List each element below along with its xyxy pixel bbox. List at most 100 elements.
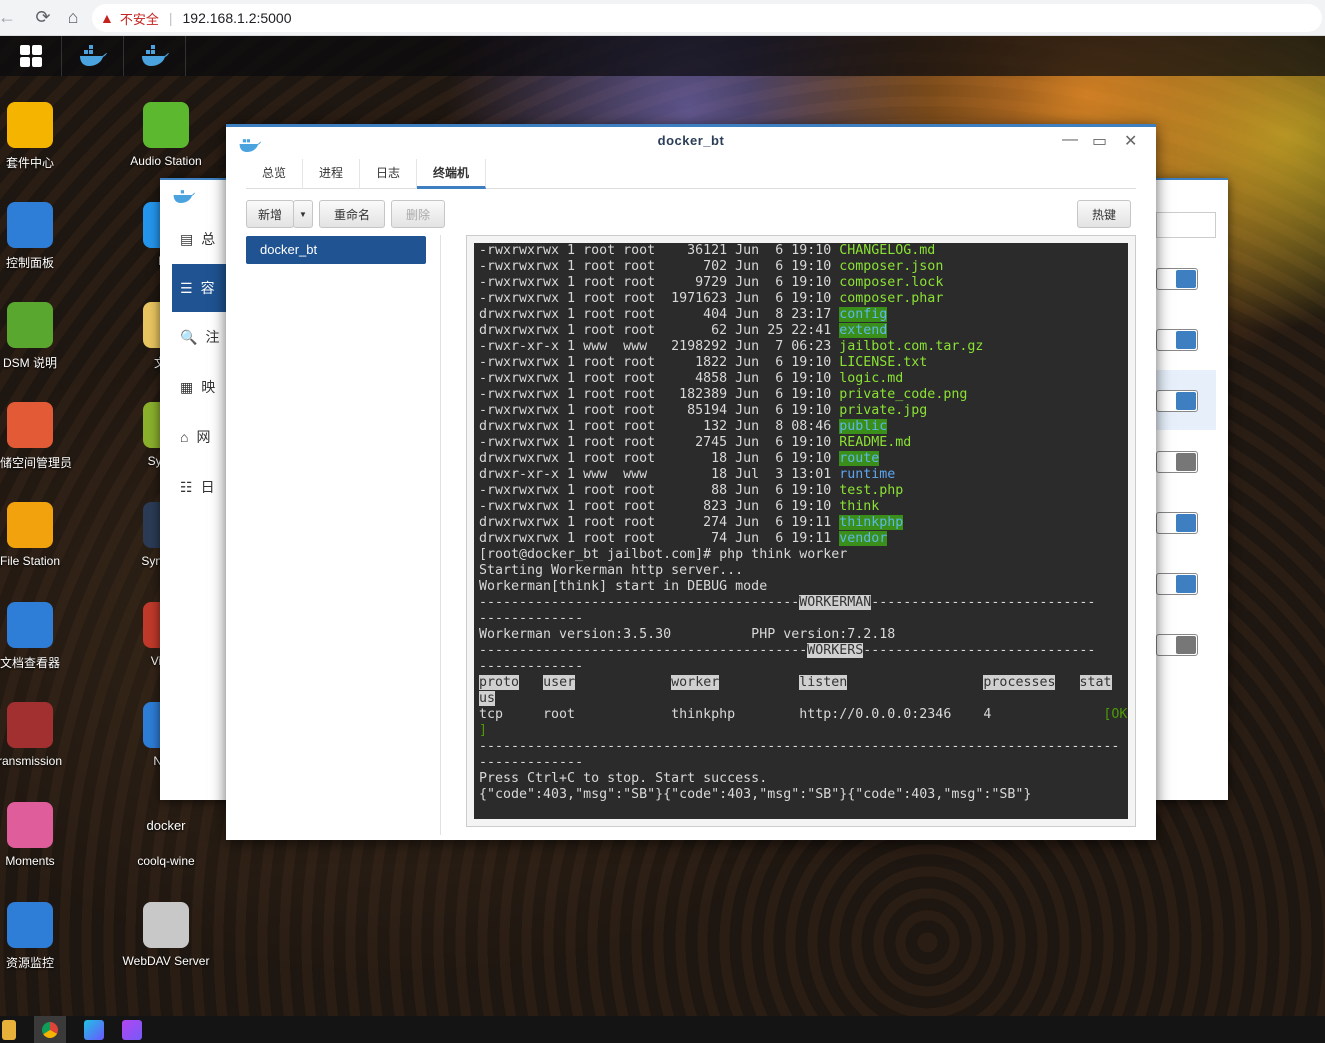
- file-listing-row: -rwxr-xr-x 1 www www 2198292 Jun 7 06:23…: [479, 339, 984, 354]
- workers-separator: ----------------------------------------…: [479, 643, 1096, 658]
- sidebar-item-log[interactable]: ☷ 日: [172, 462, 230, 512]
- close-icon[interactable]: ✕: [1124, 131, 1137, 151]
- desktop-icon[interactable]: docker coolq-wine: [116, 802, 216, 869]
- tab-terminal[interactable]: 终端机: [417, 159, 487, 189]
- reload-icon[interactable]: ⟳: [28, 3, 58, 33]
- new-dropdown-button[interactable]: ▼: [293, 200, 313, 228]
- file-listing-row: -rwxrwxrwx 1 root root 88 Jun 6 19:10 te…: [479, 483, 904, 498]
- home-icon[interactable]: ⌂: [58, 3, 88, 33]
- desktop-icon[interactable]: 套件中心: [0, 102, 80, 171]
- desktop-icon-label: 存储空间管理员: [0, 456, 72, 470]
- sidebar-item-network[interactable]: ⌂ 网: [172, 412, 230, 462]
- desktop-icon[interactable]: File Station: [0, 502, 80, 568]
- webstorm-icon[interactable]: [84, 1019, 104, 1040]
- browser-toolbar: ← ⟳ ⌂ ▲ 不安全 | 192.168.1.2:5000: [0, 0, 1325, 36]
- terminal-line: -------------: [479, 755, 584, 770]
- desktop-icon[interactable]: 控制面板: [0, 202, 80, 271]
- minimize-icon[interactable]: —: [1062, 131, 1078, 149]
- address-bar[interactable]: ▲ 不安全 | 192.168.1.2:5000: [92, 4, 1322, 32]
- terminal-line: -------------: [479, 659, 584, 674]
- delete-button[interactable]: 删除: [391, 200, 445, 228]
- sidebar-item-images[interactable]: ▦ 映: [172, 362, 230, 412]
- sidebar-item-label: 日: [200, 479, 215, 495]
- taskbar-docker-button-2[interactable]: [124, 36, 186, 76]
- sidebar-item-registry[interactable]: 🔍 注: [172, 312, 230, 362]
- overview-icon: ▤: [180, 230, 194, 247]
- tab-overview[interactable]: 总览: [246, 159, 304, 189]
- desktop-icon[interactable]: ransmission: [0, 702, 80, 768]
- warning-icon: ▲: [100, 10, 114, 26]
- back-search-field[interactable]: [1156, 212, 1216, 238]
- rename-button[interactable]: 重命名: [319, 200, 385, 228]
- main-menu-button[interactable]: [0, 36, 62, 76]
- desktop-icon[interactable]: 资源监控: [0, 902, 80, 971]
- desktop-icon[interactable]: WebDAV Server: [116, 902, 216, 968]
- container-toggle[interactable]: [1156, 268, 1198, 290]
- maximize-icon[interactable]: ▭: [1092, 131, 1107, 151]
- package-center-icon: [7, 102, 53, 148]
- desktop-icon[interactable]: 存储空间管理员: [0, 402, 80, 471]
- container-toggle[interactable]: [1156, 390, 1198, 412]
- chrome-icon[interactable]: [34, 1016, 66, 1043]
- terminal-line: us: [479, 691, 496, 706]
- file-station-icon: [7, 502, 53, 548]
- file-listing-row: drwxrwxrwx 1 root root 62 Jun 25 22:41 e…: [479, 323, 888, 338]
- terminal-session-list: docker_bt: [246, 236, 426, 264]
- docker-icon: [173, 190, 196, 203]
- container-toggle[interactable]: [1156, 329, 1198, 351]
- docker-icon: [79, 45, 107, 66]
- tab-processes[interactable]: 进程: [303, 159, 361, 189]
- url-text[interactable]: 192.168.1.2:5000: [183, 10, 292, 26]
- back-icon[interactable]: ←: [0, 3, 16, 33]
- desktop-icon-label: coolq-wine: [137, 854, 195, 868]
- shell-prompt-line: [root@docker_bt jailbot.com]# php think …: [479, 547, 848, 562]
- new-button[interactable]: 新增: [246, 200, 294, 228]
- desktop-icon[interactable]: Audio Station: [116, 102, 216, 168]
- chevron-down-icon: ▼: [299, 209, 307, 219]
- container-toggle[interactable]: [1156, 512, 1198, 534]
- desktop-icon[interactable]: 文档查看器: [0, 602, 80, 671]
- session-item[interactable]: docker_bt: [246, 236, 426, 264]
- file-listing-row: -rwxrwxrwx 1 root root 182389 Jun 6 19:1…: [479, 387, 968, 402]
- container-toggle[interactable]: [1156, 634, 1198, 656]
- file-listing-row: drwxrwxrwx 1 root root 404 Jun 8 23:17 c…: [479, 307, 888, 322]
- terminal-line: -------------: [479, 611, 584, 626]
- response-output-line: {"code":403,"msg":"SB"}{"code":403,"msg"…: [479, 787, 1032, 802]
- log-icon: ☷: [180, 478, 193, 495]
- workers-table-header: proto user worker listen processes stat: [479, 675, 1112, 690]
- file-listing-row: drwxrwxrwx 1 root root 18 Jun 6 19:10 ro…: [479, 451, 880, 466]
- terminal-output[interactable]: -rwxrwxrwx 1 root root 36121 Jun 6 19:10…: [474, 243, 1128, 819]
- sidebar-item-label: 注: [205, 329, 220, 345]
- workers-table-row: tcp root thinkphp http://0.0.0.0:2346 4 …: [479, 707, 1128, 722]
- security-label[interactable]: 不安全: [120, 9, 159, 28]
- file-listing-row: -rwxrwxrwx 1 root root 1822 Jun 6 19:10 …: [479, 355, 928, 370]
- file-listing-row: -rwxrwxrwx 1 root root 702 Jun 6 19:10 c…: [479, 259, 944, 274]
- phpstorm-icon[interactable]: [122, 1019, 142, 1040]
- file-explorer-icon[interactable]: [2, 1019, 16, 1040]
- container-details-window[interactable]: docker_bt — ▭ ✕ 总览 进程 日志 终端机 新增 ▼ 重命名 删除…: [226, 124, 1156, 840]
- sidebar-item-label: 容: [200, 280, 215, 296]
- desktop-icon-label: 控制面板: [5, 256, 54, 270]
- desktop-icon[interactable]: DSM 说明: [0, 302, 80, 371]
- sidebar-item-label: 映: [201, 379, 216, 395]
- back-window-sidebar: ▤ 总 ☰ 容 🔍 注 ▦ 映 ⌂ 网 ☷ 日: [172, 214, 232, 512]
- hotkeys-button[interactable]: 热键: [1077, 200, 1131, 228]
- sidebar-item-containers[interactable]: ☰ 容: [172, 264, 232, 312]
- container-toggle[interactable]: [1156, 451, 1198, 473]
- container-toggle[interactable]: [1156, 573, 1198, 595]
- tab-log[interactable]: 日志: [360, 159, 418, 189]
- moments-icon: [7, 802, 53, 848]
- taskbar-docker-button[interactable]: [62, 36, 124, 76]
- webdav-icon: [143, 902, 189, 948]
- sidebar-item-overview[interactable]: ▤ 总: [172, 214, 230, 264]
- desktop-icon[interactable]: Moments: [0, 802, 80, 868]
- desktop-icon-label: DSM 说明: [2, 356, 57, 370]
- dsm-taskbar: [0, 36, 1325, 76]
- grid-menu-icon: [19, 45, 42, 67]
- version-line: Workerman version:3.5.30 PHP version:7.2…: [479, 627, 896, 642]
- sidebar-item-label: 总: [201, 231, 216, 247]
- workerman-separator: ----------------------------------------…: [479, 595, 1096, 610]
- desktop-icon-label: ransmission: [0, 754, 63, 768]
- document-viewer-icon: [7, 602, 53, 648]
- terminal-line: ----------------------------------------…: [479, 739, 1120, 754]
